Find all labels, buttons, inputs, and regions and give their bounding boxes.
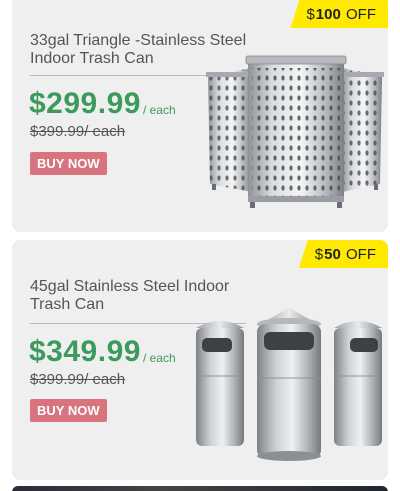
- price-row: $349.99 / each: [29, 334, 176, 370]
- price-unit: / each: [142, 103, 176, 117]
- discount-amount: 100: [315, 5, 341, 23]
- product-card[interactable]: $50 OFF 45gal Stainless Steel Indoor Tra…: [12, 240, 388, 480]
- trash-can-image[interactable]: [190, 298, 388, 470]
- original-price: $399.99/ each: [30, 371, 126, 388]
- current-price: $349.99: [29, 335, 141, 368]
- discount-suffix: OFF: [341, 5, 376, 23]
- discount-badge: $50 OFF: [298, 240, 388, 268]
- discount-currency: $: [314, 245, 324, 263]
- discount-badge: $100 OFF: [290, 0, 388, 28]
- original-price: $399.99/ each: [30, 123, 126, 140]
- trash-can-image[interactable]: [192, 54, 388, 214]
- price-row: $299.99 / each: [29, 86, 176, 122]
- buy-now-button[interactable]: BUY NOW: [30, 152, 107, 175]
- price-unit: / each: [142, 351, 176, 365]
- discount-currency: $: [306, 5, 315, 23]
- buy-now-button[interactable]: BUY NOW: [30, 399, 107, 422]
- next-card-preview: [12, 486, 388, 491]
- product-card[interactable]: $100 OFF 33gal Triangle -Stainless Steel…: [12, 0, 388, 232]
- discount-amount: 50: [324, 245, 341, 263]
- current-price: $299.99: [29, 87, 141, 120]
- discount-suffix: OFF: [341, 245, 376, 263]
